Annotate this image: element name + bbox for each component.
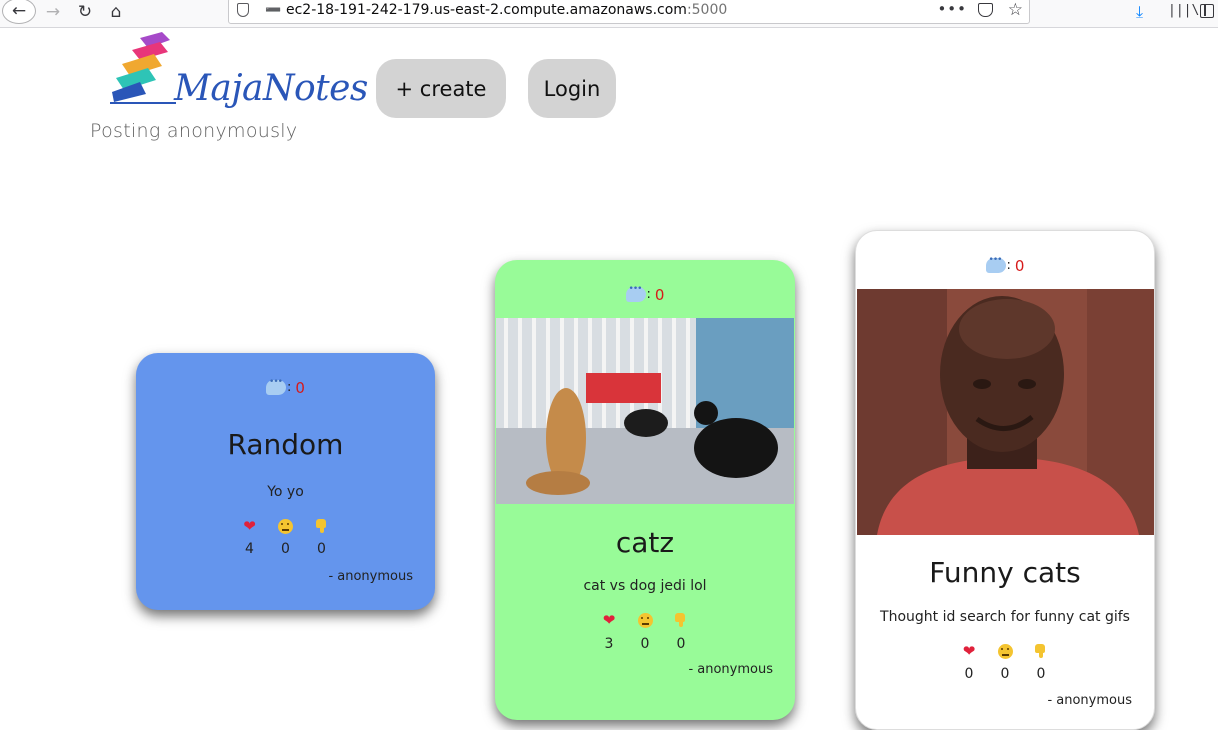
site-logo[interactable]: MajaNotes — [110, 30, 368, 110]
address-bar[interactable]: ➖ ec2-18-191-242-179.us-east-2.compute.a… — [228, 0, 1030, 24]
neutral-face-icon[interactable] — [636, 611, 654, 629]
reaction-counts: 4 0 0 — [136, 541, 435, 557]
heart-icon[interactable]: ❤ — [241, 517, 259, 535]
note-body: Thought id search for funny cat gifs — [880, 609, 1130, 625]
note-author: - anonymous — [1047, 693, 1132, 708]
dislike-count: 0 — [1036, 666, 1046, 682]
neutral-face-icon[interactable] — [277, 517, 295, 535]
thumbs-down-icon[interactable] — [313, 517, 331, 535]
sidebar-icon[interactable] — [1200, 4, 1214, 18]
page-actions-icon[interactable]: ••• — [937, 0, 967, 18]
thumbs-down-icon[interactable] — [672, 611, 690, 629]
comment-bubble-icon — [625, 284, 646, 302]
tagline: Posting anonymously — [90, 120, 298, 142]
comment-count: 0 — [1014, 256, 1025, 275]
login-button[interactable]: Login — [528, 59, 616, 118]
note-title: catz — [615, 526, 675, 559]
insecure-lock-icon[interactable]: ➖ — [265, 3, 281, 18]
comment-indicator[interactable]: :0 — [495, 284, 795, 304]
note-gif-image — [496, 318, 794, 504]
note-body: cat vs dog jedi lol — [583, 578, 707, 594]
dislike-count: 0 — [317, 541, 326, 557]
dislike-count: 0 — [676, 636, 686, 652]
note-body: Yo yo — [267, 484, 304, 500]
note-author: - anonymous — [688, 662, 773, 677]
back-icon[interactable]: ← — [2, 0, 36, 24]
love-count: 0 — [964, 666, 974, 682]
note-title: Random — [227, 428, 344, 461]
comment-separator: : — [287, 380, 292, 395]
reaction-counts: 0 0 0 — [856, 666, 1154, 682]
create-button[interactable]: + create — [376, 59, 506, 118]
logo-mark-icon — [110, 32, 176, 104]
reaction-bar: ❤ — [136, 517, 435, 535]
download-icon[interactable]: ⤓ — [1136, 2, 1143, 22]
reaction-bar: ❤ — [495, 611, 795, 629]
neutral-face-icon[interactable] — [996, 642, 1014, 660]
forward-icon[interactable]: → — [42, 0, 64, 24]
neutral-count: 0 — [281, 541, 290, 557]
library-icon[interactable]: |||\ — [1168, 3, 1199, 18]
brand-name: MajaNotes — [174, 68, 368, 109]
shield-icon[interactable] — [237, 3, 249, 17]
heart-icon[interactable]: ❤ — [600, 611, 618, 629]
comment-separator: : — [1006, 258, 1011, 273]
comment-indicator[interactable]: :0 — [136, 377, 435, 397]
note-author: - anonymous — [328, 569, 413, 584]
note-title: Funny cats — [929, 556, 1081, 589]
love-count: 4 — [245, 541, 254, 557]
comment-indicator[interactable]: :0 — [856, 255, 1154, 275]
thumbs-down-icon[interactable] — [1032, 642, 1050, 660]
reload-icon[interactable]: ↻ — [74, 0, 96, 24]
comment-separator: : — [646, 287, 651, 302]
reaction-bar: ❤ — [856, 642, 1154, 660]
url-text[interactable]: ec2-18-191-242-179.us-east-2.compute.ama… — [286, 2, 727, 18]
love-count: 3 — [604, 636, 614, 652]
reaction-counts: 3 0 0 — [495, 636, 795, 652]
note-card[interactable]: :0 Funny cats Thought id search for funn… — [855, 230, 1155, 730]
heart-icon[interactable]: ❤ — [960, 642, 978, 660]
comment-bubble-icon — [266, 377, 287, 395]
browser-toolbar: ← → ↻ ⌂ ➖ ec2-18-191-242-179.us-east-2.c… — [0, 0, 1218, 28]
neutral-count: 0 — [640, 636, 650, 652]
bookmark-star-icon[interactable]: ☆ — [1008, 0, 1023, 20]
comment-count: 0 — [654, 285, 665, 304]
note-card[interactable]: :0 catz cat vs dog jedi lol ❤ 3 0 0 - an… — [495, 260, 795, 720]
note-card[interactable]: :0 Random Yo yo ❤ 4 0 0 - anonymous — [136, 353, 435, 610]
comment-bubble-icon — [985, 255, 1006, 273]
home-icon[interactable]: ⌂ — [104, 0, 128, 24]
comment-count: 0 — [295, 378, 305, 397]
note-gif-image — [857, 289, 1154, 535]
pocket-icon[interactable] — [978, 3, 993, 17]
neutral-count: 0 — [1000, 666, 1010, 682]
